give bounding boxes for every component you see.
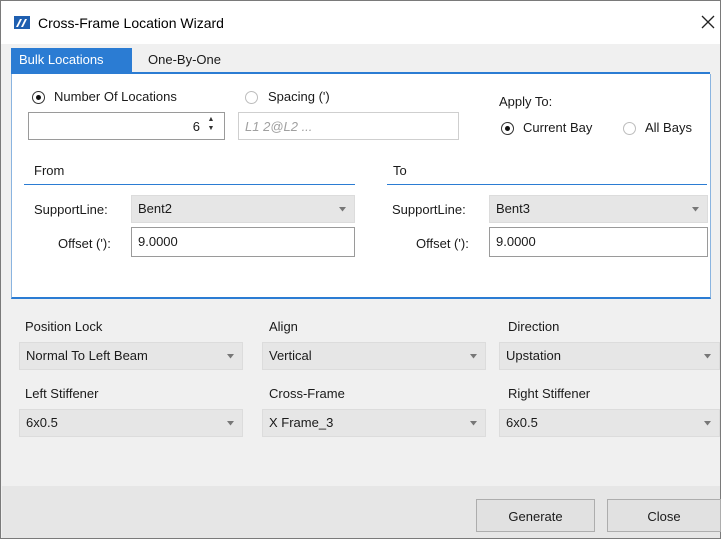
bridge-app-icon (14, 16, 30, 29)
chevron-down-icon (339, 207, 346, 212)
chevron-down-icon (227, 421, 234, 426)
number-of-locations-label: Number Of Locations (54, 89, 177, 104)
chevron-down-icon (704, 354, 711, 359)
title-bar: Cross-Frame Location Wizard (1, 1, 720, 44)
position-lock-dropdown[interactable]: Normal To Left Beam (19, 342, 243, 370)
window-title: Cross-Frame Location Wizard (38, 15, 224, 31)
chevron-down-icon (692, 207, 699, 212)
cross-frame-label: Cross-Frame (269, 386, 345, 401)
close-button[interactable]: Close (607, 499, 721, 532)
position-lock-label: Position Lock (25, 319, 103, 334)
spin-up-icon[interactable]: ▲ (205, 116, 217, 124)
from-offset-label: Offset ('): (58, 236, 111, 251)
cross-frame-value: X Frame_3 (269, 415, 334, 430)
all-bays-label: All Bays (645, 120, 692, 135)
to-supportline-label: SupportLine: (392, 202, 466, 217)
align-value: Vertical (269, 348, 312, 363)
direction-dropdown[interactable]: Upstation (499, 342, 720, 370)
apply-to-label: Apply To: (499, 94, 553, 109)
from-supportline-dropdown[interactable]: Bent2 (131, 195, 355, 223)
to-title: To (393, 163, 407, 178)
position-lock-value: Normal To Left Beam (26, 348, 148, 363)
tab-one-by-one[interactable]: One-By-One (140, 48, 240, 72)
spin-down-icon[interactable]: ▼ (205, 125, 217, 133)
chevron-down-icon (470, 354, 477, 359)
all-bays-radio[interactable] (623, 122, 636, 135)
from-supportline-label: SupportLine: (34, 202, 108, 217)
direction-label: Direction (508, 319, 560, 334)
bulk-locations-panel: Number Of Locations 6 ▲ ▼ Spacing (') L1… (11, 74, 711, 299)
chevron-down-icon (470, 421, 477, 426)
cross-frame-dropdown[interactable]: X Frame_3 (262, 409, 486, 437)
spacing-label: Spacing (') (268, 89, 330, 104)
to-supportline-value: Bent3 (496, 201, 530, 216)
generate-button[interactable]: Generate (476, 499, 595, 532)
align-label: Align (269, 319, 298, 334)
number-of-locations-input[interactable]: 6 (28, 112, 225, 140)
direction-value: Upstation (506, 348, 561, 363)
left-stiffener-dropdown[interactable]: 6x0.5 (19, 409, 243, 437)
current-bay-radio[interactable] (501, 122, 514, 135)
tab-bulk-locations[interactable]: Bulk Locations (11, 48, 132, 72)
right-stiffener-label: Right Stiffener (508, 386, 591, 401)
from-section-header: From (24, 163, 355, 185)
wizard-window: Cross-Frame Location Wizard Bulk Locatio… (0, 0, 721, 539)
left-stiffener-label: Left Stiffener (25, 386, 99, 401)
from-offset-input[interactable]: 9.0000 (131, 227, 355, 257)
chevron-down-icon (704, 421, 711, 426)
current-bay-label: Current Bay (523, 120, 593, 135)
spacing-radio[interactable] (245, 91, 258, 104)
chevron-down-icon (227, 354, 234, 359)
left-stiffener-value: 6x0.5 (26, 415, 58, 430)
tab-strip: Bulk Locations One-By-One (11, 48, 710, 74)
align-dropdown[interactable]: Vertical (262, 342, 486, 370)
number-of-locations-radio[interactable] (32, 91, 45, 104)
from-title: From (34, 163, 65, 178)
to-section-header: To (387, 163, 707, 185)
spacing-input[interactable]: L1 2@L2 ... (238, 112, 459, 140)
close-icon[interactable] (698, 11, 718, 33)
to-supportline-dropdown[interactable]: Bent3 (489, 195, 708, 223)
right-stiffener-value: 6x0.5 (506, 415, 538, 430)
to-offset-label: Offset ('): (416, 236, 469, 251)
right-stiffener-dropdown[interactable]: 6x0.5 (499, 409, 720, 437)
from-supportline-value: Bent2 (138, 201, 172, 216)
to-offset-input[interactable]: 9.0000 (489, 227, 708, 257)
